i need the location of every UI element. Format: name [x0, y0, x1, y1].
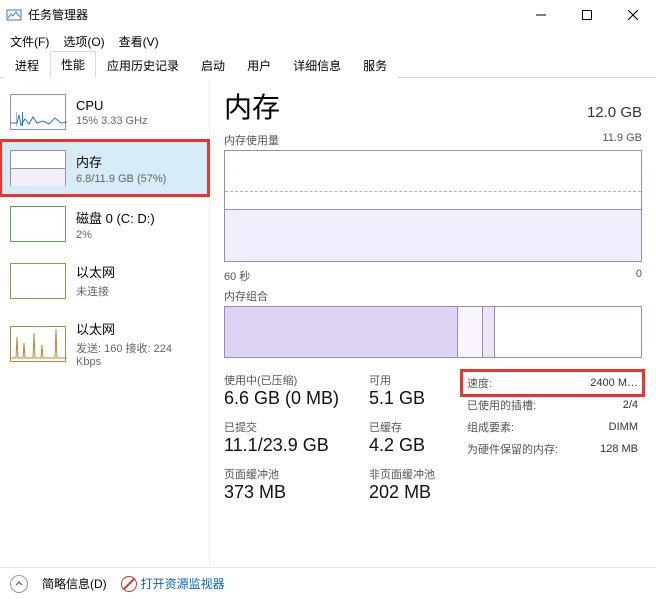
memory-total: 12.0 GB: [587, 104, 642, 121]
tab-apphistory[interactable]: 应用历史记录: [96, 52, 190, 78]
stat-cached-label: 已缓存: [369, 419, 435, 435]
speed-label: 速度:: [463, 372, 578, 394]
slots-value: 2/4: [578, 394, 642, 416]
stats-left: 使用中(已压缩) 6.6 GB (0 MB) 可用 5.1 GB 已提交 11.…: [224, 372, 435, 503]
menu-options[interactable]: 选项(O): [57, 31, 110, 52]
titlebar: 任务管理器: [0, 0, 656, 30]
stat-committed-value: 11.1/23.9 GB: [224, 435, 339, 456]
sidebar-item-cpu[interactable]: CPU 15% 3.33 GHz: [0, 84, 209, 140]
ethernet-thumb-icon: [10, 263, 66, 299]
sidebar-memory-sub: 6.8/11.9 GB (57%): [76, 173, 166, 185]
cpu-thumb-icon: [10, 94, 66, 130]
resmon-icon: [121, 576, 137, 592]
stat-inuse-value: 6.6 GB (0 MB): [224, 388, 339, 409]
composition-label: 内存组合: [224, 288, 268, 304]
stat-committed-label: 已提交: [224, 419, 339, 435]
menubar: 文件(F) 选项(O) 查看(V): [0, 30, 656, 52]
stat-paged-label: 页面缓冲池: [224, 466, 339, 482]
sidebar: CPU 15% 3.33 GHz 内存 6.8/11.9 GB (57%) 磁盘…: [0, 78, 210, 567]
tab-performance[interactable]: 性能: [50, 51, 96, 78]
sidebar-eth1-sub: 未连接: [76, 283, 115, 299]
sidebar-eth1-title: 以太网: [76, 262, 115, 281]
usage-max: 11.9 GB: [602, 132, 642, 148]
stat-nonpaged-label: 非页面缓冲池: [369, 466, 435, 482]
tab-users[interactable]: 用户: [236, 52, 282, 78]
window-controls: [518, 0, 656, 30]
row-form: 组成要素: DIMM: [463, 416, 642, 438]
sidebar-item-disk[interactable]: 磁盘 0 (C: D:) 2%: [0, 196, 209, 252]
sidebar-eth2-sub: 发送: 160 接收: 224 Kbps: [76, 340, 199, 368]
stat-cached-value: 4.2 GB: [369, 435, 435, 456]
row-reserved: 为硬件保留的内存: 128 MB: [463, 438, 642, 460]
row-speed: 速度: 2400 M…: [463, 372, 642, 394]
tabs: 进程 性能 应用历史记录 启动 用户 详细信息 服务: [0, 52, 656, 78]
tab-services[interactable]: 服务: [352, 52, 398, 78]
sidebar-cpu-title: CPU: [76, 98, 148, 113]
footer: 简略信息(D) 打开资源监视器: [0, 567, 656, 599]
stat-paged-value: 373 MB: [224, 482, 339, 503]
row-slots: 已使用的插槽: 2/4: [463, 394, 642, 416]
xaxis-right: 0: [636, 268, 642, 284]
stat-avail-value: 5.1 GB: [369, 388, 435, 409]
sidebar-disk-sub: 2%: [76, 229, 155, 241]
tab-processes[interactable]: 进程: [4, 52, 50, 78]
page-title: 内存: [224, 86, 280, 126]
slots-label: 已使用的插槽:: [463, 394, 578, 416]
usage-label: 内存使用量: [224, 132, 279, 148]
memory-composition-graph[interactable]: [224, 306, 642, 358]
main-panel: 内存 12.0 GB 内存使用量 11.9 GB 60 秒 0 内存组合 使用中…: [210, 78, 656, 567]
app-icon: [6, 7, 22, 23]
stat-avail-label: 可用: [369, 372, 435, 388]
memory-usage-graph[interactable]: [224, 150, 642, 262]
sidebar-eth2-title: 以太网: [76, 319, 199, 338]
tab-startup[interactable]: 启动: [190, 52, 236, 78]
sidebar-disk-title: 磁盘 0 (C: D:): [76, 208, 155, 227]
sidebar-cpu-sub: 15% 3.33 GHz: [76, 115, 148, 127]
resmon-label: 打开资源监视器: [141, 575, 225, 592]
menu-view[interactable]: 查看(V): [113, 31, 165, 52]
memory-thumb-icon: [10, 150, 66, 186]
xaxis-left: 60 秒: [224, 268, 250, 284]
sidebar-item-memory[interactable]: 内存 6.8/11.9 GB (57%): [0, 140, 209, 196]
sidebar-item-ethernet-1[interactable]: 以太网 未连接: [0, 252, 209, 309]
sidebar-item-ethernet-2[interactable]: 以太网 发送: 160 接收: 224 Kbps: [0, 309, 209, 378]
sidebar-memory-title: 内存: [76, 152, 166, 171]
stat-inuse-label: 使用中(已压缩): [224, 372, 339, 388]
fewer-details-link[interactable]: 简略信息(D): [42, 575, 107, 592]
reserved-label: 为硬件保留的内存:: [463, 438, 578, 460]
close-button[interactable]: [610, 0, 656, 30]
form-value: DIMM: [578, 416, 642, 438]
minimize-button[interactable]: [518, 0, 564, 30]
reserved-value: 128 MB: [578, 438, 642, 460]
ethernet2-thumb-icon: [10, 326, 66, 362]
fewer-details-icon[interactable]: [10, 575, 28, 593]
open-resmon-link[interactable]: 打开资源监视器: [121, 575, 225, 592]
stat-nonpaged-value: 202 MB: [369, 482, 435, 503]
disk-thumb-icon: [10, 206, 66, 242]
stats-right: 速度: 2400 M… 已使用的插槽: 2/4 组成要素: DIMM 为硬件保留…: [463, 372, 642, 460]
speed-value: 2400 M…: [578, 372, 642, 394]
tab-details[interactable]: 详细信息: [282, 52, 352, 78]
form-label: 组成要素:: [463, 416, 578, 438]
menu-file[interactable]: 文件(F): [4, 31, 55, 52]
maximize-button[interactable]: [564, 0, 610, 30]
window-title: 任务管理器: [28, 6, 518, 23]
